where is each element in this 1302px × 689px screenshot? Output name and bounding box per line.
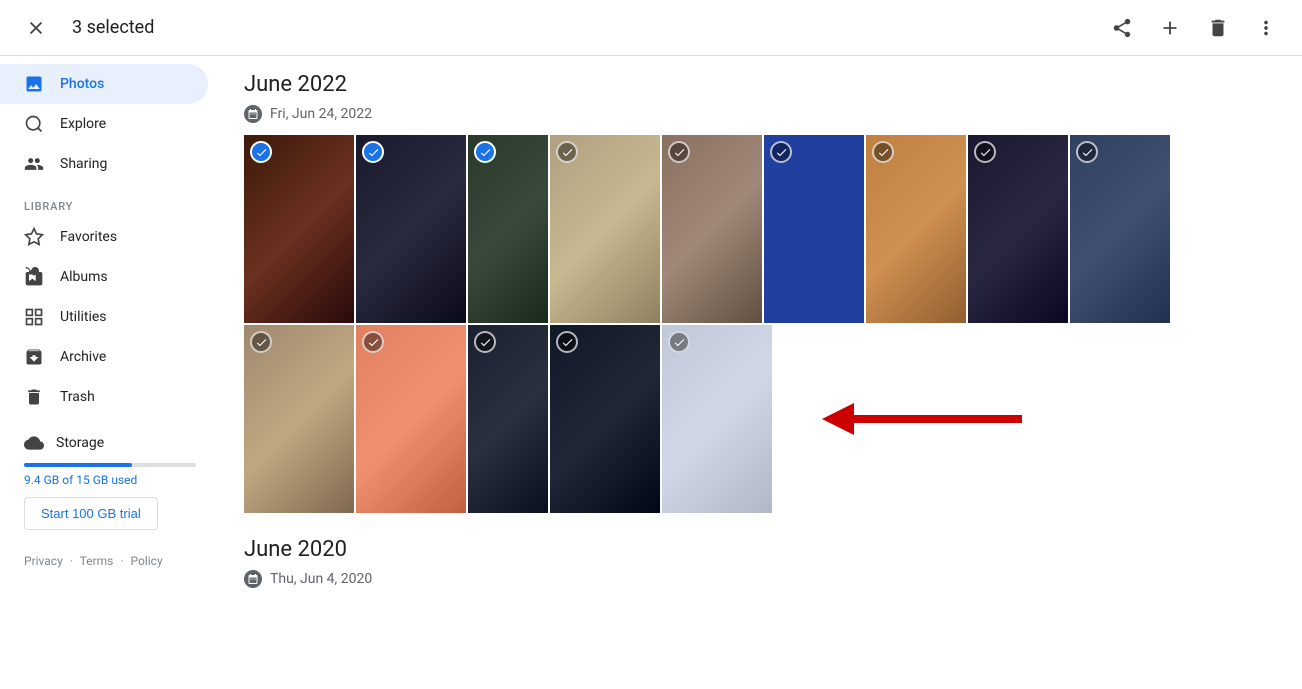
photo-check (872, 141, 894, 163)
selection-count: 3 selected (72, 17, 154, 38)
sidebar-item-photos[interactable]: Photos (0, 64, 208, 104)
sidebar-item-trash[interactable]: Trash (0, 377, 208, 417)
dot2: · (120, 554, 123, 568)
sidebar-item-favorites[interactable]: Favorites (0, 217, 208, 257)
sidebar-item-explore[interactable]: Explore (0, 104, 208, 144)
calendar-icon-2020 (244, 570, 262, 588)
favorites-icon (24, 227, 44, 247)
sidebar: Photos Explore Sharing LIBRARY (0, 56, 220, 689)
explore-icon (24, 114, 44, 134)
photo-row-2 (244, 325, 772, 513)
sidebar-footer: Privacy · Terms · Policy (0, 546, 220, 576)
more-button[interactable] (1246, 8, 1286, 48)
albums-label: Albums (60, 269, 108, 285)
photo-item[interactable] (662, 135, 762, 323)
photo-item[interactable] (550, 135, 660, 323)
cloud-icon (24, 433, 44, 453)
trash-label: Trash (60, 389, 95, 405)
calendar-icon (244, 105, 262, 123)
month-title-june2020: June 2020 (244, 537, 1278, 562)
photos-label: Photos (60, 76, 104, 92)
storage-used-text: 9.4 GB of 15 GB used (24, 473, 196, 487)
photo-check (668, 331, 690, 353)
photo-check (1076, 141, 1098, 163)
archive-icon (24, 347, 44, 367)
photos-icon (24, 74, 44, 94)
archive-label: Archive (60, 349, 106, 365)
photo-item[interactable] (1070, 135, 1170, 323)
photo-check (668, 141, 690, 163)
photo-item[interactable] (764, 135, 864, 323)
row2-with-arrow (244, 325, 1278, 513)
policy-link[interactable]: Policy (130, 554, 162, 568)
photo-check (474, 141, 496, 163)
sharing-icon (24, 154, 44, 174)
photo-check (250, 331, 272, 353)
trash-icon (24, 387, 44, 407)
photo-item[interactable] (968, 135, 1068, 323)
storage-bar-background (24, 463, 196, 467)
photo-check (556, 141, 578, 163)
date-label-june2022: Fri, Jun 24, 2022 (270, 106, 372, 122)
month-title-june2022: June 2022 (244, 72, 1278, 97)
library-section-label: LIBRARY (0, 184, 220, 217)
photo-check (556, 331, 578, 353)
photo-check (974, 141, 996, 163)
photo-item[interactable] (356, 325, 466, 513)
main-layout: Photos Explore Sharing LIBRARY (0, 56, 1302, 689)
photo-item[interactable] (468, 325, 548, 513)
storage-label: Storage (24, 433, 196, 453)
explore-label: Explore (60, 116, 106, 132)
topbar-actions (1102, 8, 1286, 48)
date-row-june2022: Fri, Jun 24, 2022 (244, 105, 1278, 123)
photo-check (770, 141, 792, 163)
sidebar-item-utilities[interactable]: Utilities (0, 297, 208, 337)
albums-icon (24, 267, 44, 287)
photo-item[interactable] (244, 135, 354, 323)
date-row-june2020: Thu, Jun 4, 2020 (244, 570, 1278, 588)
arrow-area (772, 325, 1278, 513)
photo-row-1 (244, 135, 1278, 323)
close-button[interactable] (16, 8, 56, 48)
utilities-icon (24, 307, 44, 327)
photo-item[interactable] (356, 135, 466, 323)
storage-bar-fill (24, 463, 132, 467)
privacy-link[interactable]: Privacy (24, 554, 63, 568)
sidebar-item-sharing[interactable]: Sharing (0, 144, 208, 184)
storage-title: Storage (56, 435, 104, 451)
photo-check (250, 141, 272, 163)
photo-check (474, 331, 496, 353)
favorites-label: Favorites (60, 229, 117, 245)
utilities-label: Utilities (60, 309, 107, 325)
photo-item[interactable] (662, 325, 772, 513)
content-area: June 2022 Fri, Jun 24, 2022 (220, 56, 1302, 689)
photo-item[interactable] (468, 135, 548, 323)
photo-check (362, 141, 384, 163)
photo-item[interactable] (244, 325, 354, 513)
photo-check (362, 331, 384, 353)
red-arrow (822, 409, 1022, 429)
photo-item[interactable] (866, 135, 966, 323)
share-button[interactable] (1102, 8, 1142, 48)
section-june-2020: June 2020 Thu, Jun 4, 2020 (244, 537, 1278, 588)
photo-item[interactable] (550, 325, 660, 513)
delete-button[interactable] (1198, 8, 1238, 48)
date-label-june2020: Thu, Jun 4, 2020 (270, 571, 372, 587)
add-button[interactable] (1150, 8, 1190, 48)
storage-section: Storage 9.4 GB of 15 GB used Start 100 G… (0, 417, 220, 546)
sharing-label: Sharing (60, 156, 107, 172)
terms-link[interactable]: Terms (80, 554, 114, 568)
storage-trial-button[interactable]: Start 100 GB trial (24, 497, 158, 530)
topbar: 3 selected (0, 0, 1302, 56)
section-june-2022: June 2022 Fri, Jun 24, 2022 (244, 72, 1278, 513)
topbar-left: 3 selected (16, 8, 1102, 48)
dot1: · (70, 554, 73, 568)
sidebar-item-archive[interactable]: Archive (0, 337, 208, 377)
sidebar-item-albums[interactable]: Albums (0, 257, 208, 297)
